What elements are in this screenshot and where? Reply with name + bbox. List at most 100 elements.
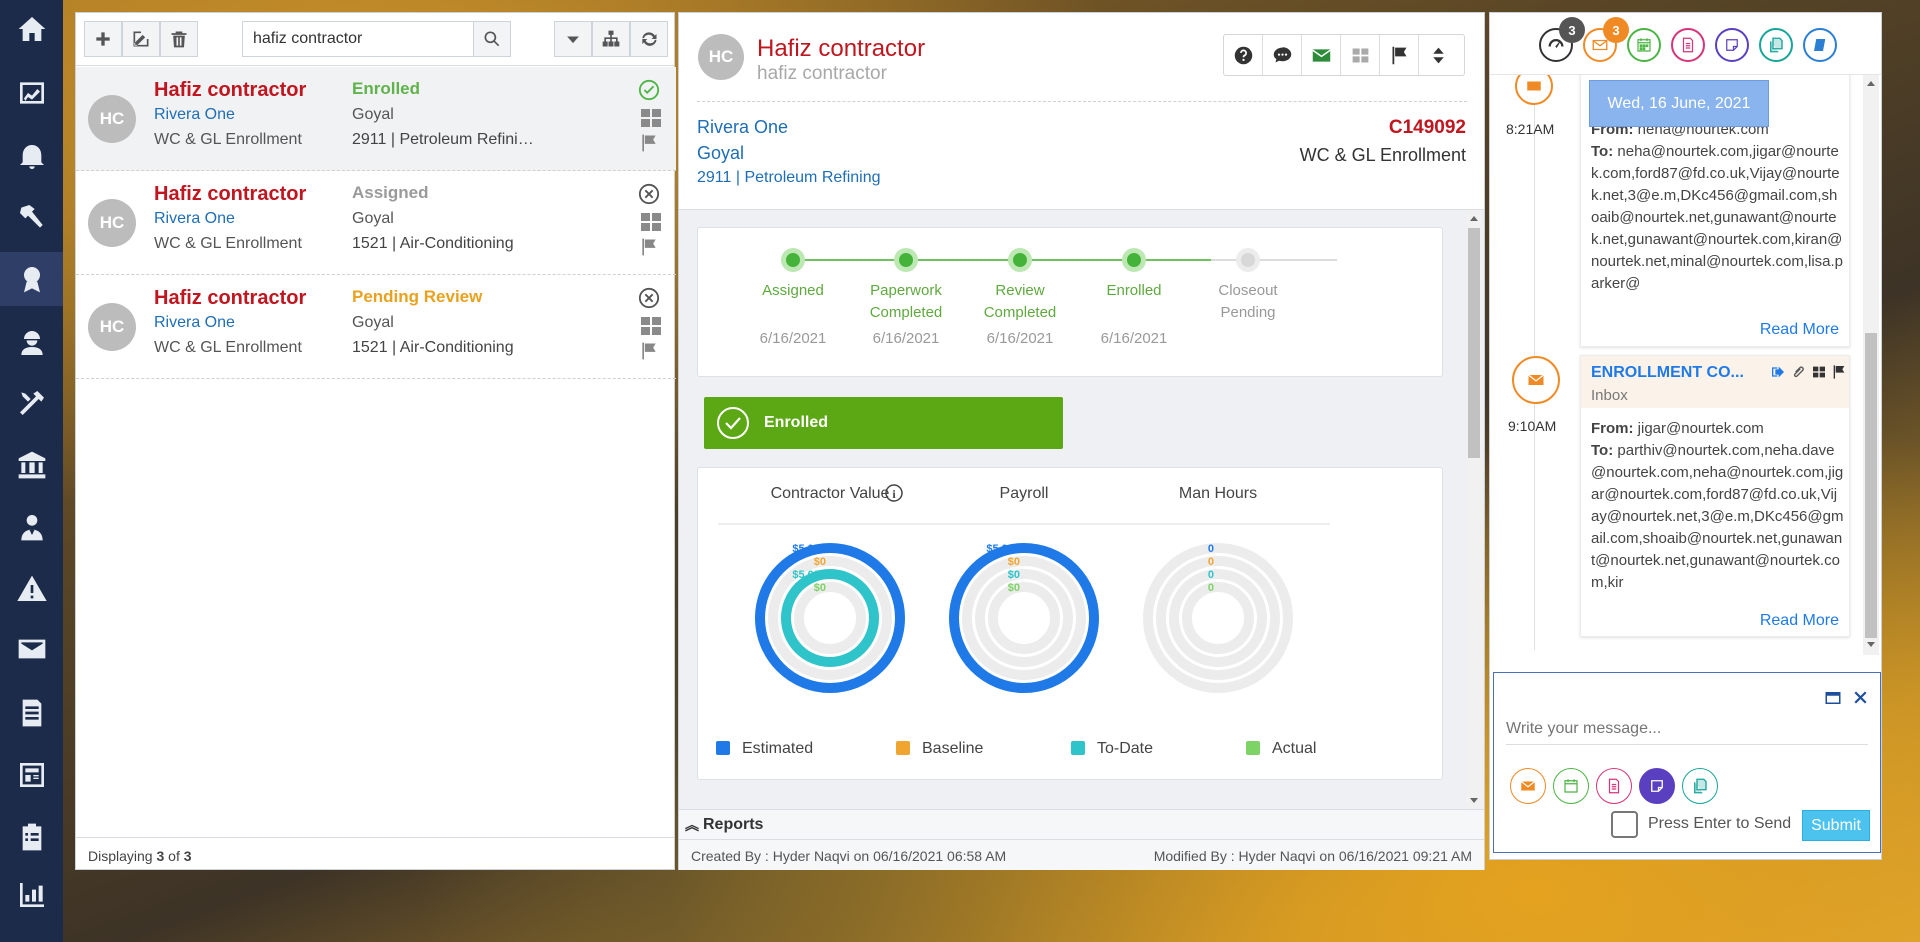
warning-icon[interactable]: [0, 562, 63, 616]
question-icon: [1234, 46, 1252, 64]
flag-button[interactable]: [1380, 35, 1419, 75]
dropdown-button[interactable]: [554, 21, 592, 57]
bell-icon[interactable]: [0, 130, 63, 184]
created-by: Created By : Hyder Naqvi on 06/16/2021 0…: [691, 848, 1007, 864]
edit-icon: [133, 31, 149, 47]
mail-icon[interactable]: [0, 622, 63, 676]
chart-title: Man Hours: [1179, 485, 1257, 502]
compose-note-icon[interactable]: [1639, 768, 1675, 804]
home-icon[interactable]: [0, 2, 63, 56]
submit-button[interactable]: Submit: [1802, 810, 1870, 841]
search-button[interactable]: [473, 21, 511, 57]
list-item[interactable]: HC Hafiz contractor Rivera One WC & GL Enro…: [76, 67, 676, 171]
add-button[interactable]: [84, 21, 122, 57]
search-input[interactable]: hafiz contractor: [242, 21, 474, 57]
company-name[interactable]: Rivera One: [154, 314, 235, 332]
status-label: Pending Review: [352, 287, 483, 306]
email-button[interactable]: [1302, 35, 1341, 75]
reports-toggle[interactable]: ︽ Reports: [679, 809, 1484, 839]
legend-label: Baseline: [922, 740, 984, 757]
step-label: Enrolled: [1074, 280, 1194, 302]
newspaper-icon[interactable]: [0, 748, 63, 802]
contractor-name[interactable]: Hafiz contractor: [154, 79, 306, 102]
check-circle-icon[interactable]: [638, 79, 660, 105]
grid-button[interactable]: [1341, 35, 1380, 75]
legend-label: Estimated: [742, 740, 814, 757]
compose-calendar-icon[interactable]: [1553, 768, 1589, 804]
flag-icon[interactable]: [1831, 364, 1847, 380]
note-filter-icon[interactable]: [1715, 28, 1749, 62]
detail-owner[interactable]: Goyal: [697, 143, 744, 164]
edit-button[interactable]: [122, 21, 160, 57]
book-filter-icon[interactable]: [1803, 28, 1837, 62]
grid-icon[interactable]: [1811, 364, 1827, 380]
step-label-line1: Review: [995, 282, 1045, 299]
help-button[interactable]: [1224, 35, 1263, 75]
read-more-link[interactable]: Read More: [1760, 321, 1839, 339]
clipboard-icon[interactable]: [0, 810, 63, 864]
footer-of: of: [164, 848, 184, 864]
grid-icon[interactable]: [641, 213, 661, 231]
flag-icon[interactable]: [638, 133, 660, 157]
compose-mail-icon[interactable]: [1510, 768, 1546, 804]
company-name[interactable]: Rivera One: [154, 210, 235, 228]
chart-icon[interactable]: [0, 868, 63, 922]
contractor-name[interactable]: Hafiz contractor: [154, 287, 306, 310]
caret-down-icon: [567, 36, 579, 44]
detail-subtitle: hafiz contractor: [757, 63, 887, 84]
delete-button[interactable]: [160, 21, 198, 57]
document-filter-icon[interactable]: [1671, 28, 1705, 62]
x-circle-icon[interactable]: [638, 183, 660, 209]
modified-by: Modified By : Hyder Naqvi on 06/16/2021 …: [1153, 848, 1472, 864]
grid-icon[interactable]: [641, 109, 661, 127]
maximize-icon[interactable]: [1824, 690, 1842, 706]
bank-icon[interactable]: [0, 438, 63, 492]
hierarchy-button[interactable]: [592, 21, 630, 57]
feed-scrollbar[interactable]: [1863, 75, 1879, 655]
ring-value-label: $0: [814, 582, 826, 594]
sort-button[interactable]: [1419, 35, 1458, 75]
message-input[interactable]: [1506, 713, 1868, 745]
x-circle-icon[interactable]: [638, 287, 660, 313]
grid-icon[interactable]: [641, 317, 661, 335]
mail-entry-icon[interactable]: [1515, 75, 1553, 105]
detail-classification[interactable]: 2911 | Petroleum Refining: [697, 169, 881, 187]
read-more-link[interactable]: Read More: [1760, 612, 1839, 630]
agent-icon[interactable]: [0, 500, 63, 554]
email-subject[interactable]: ENROLLMENT CO...: [1591, 364, 1744, 382]
hammer-icon[interactable]: [0, 190, 63, 244]
worker-icon[interactable]: [0, 316, 63, 370]
company-name[interactable]: Rivera One: [154, 106, 235, 124]
list-item[interactable]: HC Hafiz contractor Rivera One WC & GL Enro…: [76, 275, 676, 379]
dashboard-icon[interactable]: [0, 66, 63, 120]
compose-document-icon[interactable]: [1596, 768, 1632, 804]
comment-button[interactable]: [1263, 35, 1302, 75]
document-icon[interactable]: [0, 686, 63, 740]
tools-icon[interactable]: [0, 376, 63, 430]
footer-total: 3: [183, 848, 192, 864]
enter-to-send-checkbox[interactable]: [1611, 811, 1638, 838]
compose-copy-icon[interactable]: [1682, 768, 1718, 804]
email-card[interactable]: ENROLLMENT CO... Inbox From: jigar@nourt…: [1580, 355, 1850, 637]
list-item[interactable]: HC Hafiz contractor Rivera One WC & GL Enro…: [76, 171, 676, 275]
ring-value-label: $5,000: [792, 569, 826, 581]
close-icon[interactable]: [1853, 690, 1868, 705]
audit-footer: Created By : Hyder Naqvi on 06/16/2021 0…: [679, 839, 1484, 870]
flag-icon[interactable]: [638, 341, 660, 365]
refresh-button[interactable]: [630, 21, 668, 57]
owner-name: Goyal: [352, 106, 394, 123]
calendar-filter-icon[interactable]: [1627, 28, 1661, 62]
detail-code: C149092: [1388, 117, 1466, 138]
contractor-name[interactable]: Hafiz contractor: [154, 183, 306, 206]
detail-company[interactable]: Rivera One: [697, 117, 788, 138]
email-body: From: jigar@nourtek.com To: parthiv@nour…: [1591, 418, 1845, 594]
copy-filter-icon[interactable]: [1759, 28, 1793, 62]
share-icon[interactable]: [1769, 364, 1787, 380]
detail-scrollbar[interactable]: [1466, 210, 1482, 810]
paperclip-icon[interactable]: [1791, 364, 1807, 380]
ring-value-label: 0: [1208, 556, 1214, 568]
flag-icon[interactable]: [638, 237, 660, 261]
enrollment-type: WC & GL Enrollment: [154, 235, 302, 252]
mail-entry-icon[interactable]: [1512, 356, 1560, 404]
award-icon[interactable]: [0, 252, 63, 306]
